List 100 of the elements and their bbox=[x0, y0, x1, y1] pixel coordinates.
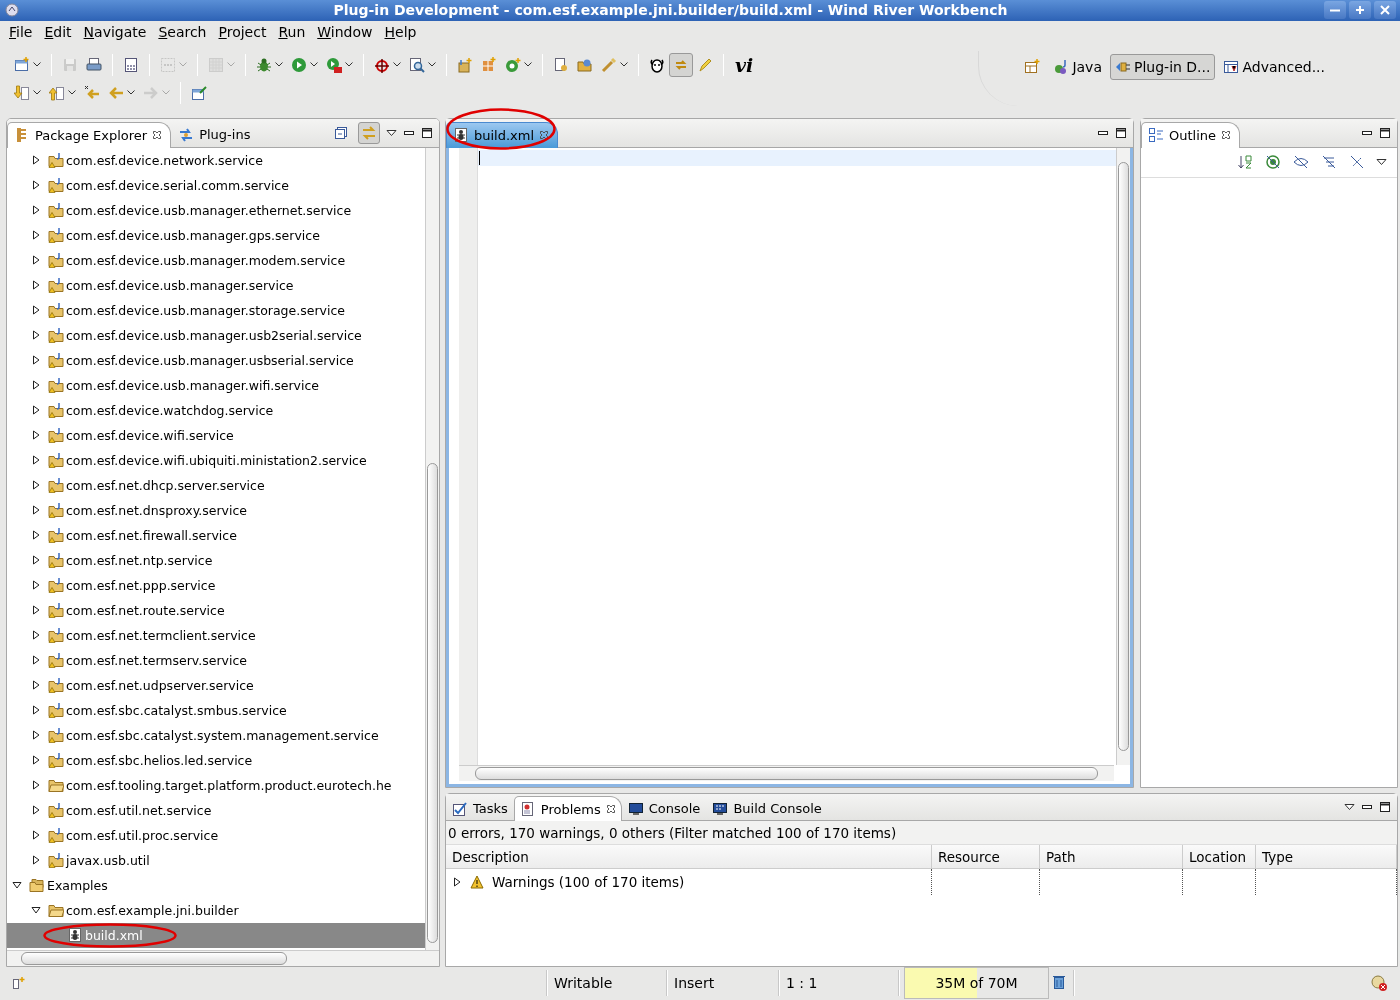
column-header[interactable]: Resource bbox=[932, 845, 1040, 870]
tree-item[interactable]: com.esf.net.udpserver.service bbox=[7, 672, 425, 698]
maximize-button[interactable] bbox=[1349, 1, 1371, 20]
expander-icon[interactable] bbox=[31, 480, 41, 491]
toolbar-button[interactable]: vi bbox=[730, 52, 759, 77]
tree-item[interactable]: com.esf.net.dhcp.server.service bbox=[7, 472, 425, 498]
expander-icon[interactable] bbox=[31, 505, 41, 516]
column-header[interactable]: Description bbox=[446, 845, 932, 870]
tree-item[interactable]: com.esf.net.termserv.service bbox=[7, 647, 425, 673]
horizontal-scrollbar[interactable] bbox=[7, 949, 439, 966]
perspective-button[interactable]: Advanced... bbox=[1218, 53, 1330, 80]
menu-item[interactable]: Help bbox=[378, 24, 423, 41]
expander-icon[interactable] bbox=[31, 205, 41, 216]
expander-icon[interactable] bbox=[31, 905, 41, 916]
expander-icon[interactable] bbox=[31, 380, 41, 391]
vertical-scrollbar[interactable] bbox=[425, 147, 439, 950]
maximize-icon[interactable] bbox=[1115, 126, 1127, 139]
view-tab[interactable]: Tasks bbox=[446, 796, 514, 821]
expander-icon[interactable] bbox=[31, 705, 41, 716]
view-tab[interactable]: Outline bbox=[1141, 121, 1241, 148]
menu-item[interactable]: Navigate bbox=[77, 24, 153, 41]
tree-item[interactable]: com.esf.net.ntp.service bbox=[7, 547, 425, 573]
expander-icon[interactable] bbox=[31, 580, 41, 591]
progress-icon[interactable] bbox=[1370, 974, 1388, 993]
tree-item[interactable]: com.esf.device.wifi.service bbox=[7, 422, 425, 448]
tree-item[interactable]: Examples bbox=[7, 872, 425, 898]
fast-view-icon[interactable] bbox=[12, 976, 26, 991]
tree-item[interactable]: com.esf.sbc.catalyst.smbus.service bbox=[7, 697, 425, 723]
menu-item[interactable]: Edit bbox=[38, 24, 78, 41]
view-tab[interactable]: Console bbox=[621, 796, 707, 821]
tree-item[interactable]: com.esf.device.usb.manager.usb2serial.service bbox=[7, 322, 425, 348]
expander-icon[interactable] bbox=[31, 305, 41, 316]
problem-row[interactable]: Warnings (100 of 170 items) bbox=[446, 869, 932, 896]
menu-item[interactable]: Run bbox=[272, 24, 312, 41]
close-button[interactable] bbox=[1374, 1, 1396, 20]
close-icon[interactable] bbox=[539, 130, 550, 141]
tree-item[interactable]: com.esf.device.wifi.ubiquiti.ministation2.service bbox=[7, 447, 425, 473]
expander-icon[interactable] bbox=[31, 655, 41, 666]
tree-item[interactable]: com.esf.device.usb.manager.ethernet.service bbox=[7, 197, 425, 223]
tree-item[interactable]: com.esf.net.dnsproxy.service bbox=[7, 497, 425, 523]
expander-icon[interactable] bbox=[31, 830, 41, 841]
menu-item[interactable]: Project bbox=[212, 24, 273, 41]
perspective-button[interactable]: Plug-in D... bbox=[1110, 53, 1216, 80]
expander-icon[interactable] bbox=[452, 877, 462, 888]
tree-item[interactable]: com.esf.sbc.helios.led.service bbox=[7, 747, 425, 773]
column-header[interactable]: Path bbox=[1040, 845, 1183, 870]
expander-icon[interactable] bbox=[31, 455, 41, 466]
expander-icon[interactable] bbox=[31, 430, 41, 441]
tree-item[interactable]: com.esf.sbc.catalyst.system.management.service bbox=[7, 722, 425, 748]
expander-icon[interactable] bbox=[31, 730, 41, 741]
maximize-icon[interactable] bbox=[1379, 126, 1391, 139]
column-header[interactable]: Location bbox=[1183, 845, 1256, 870]
view-tab[interactable]: build.xml bbox=[446, 121, 559, 148]
tree-item[interactable]: build.xml bbox=[7, 922, 425, 948]
tree-item[interactable]: com.esf.device.usb.manager.wifi.service bbox=[7, 372, 425, 398]
tree-item[interactable]: com.esf.example.jni.builder bbox=[7, 897, 425, 923]
tree-item[interactable]: com.esf.device.watchdog.service bbox=[7, 397, 425, 423]
tree-item[interactable]: com.esf.util.proc.service bbox=[7, 822, 425, 848]
expander-icon[interactable] bbox=[31, 755, 41, 766]
expander-icon[interactable] bbox=[31, 230, 41, 241]
tree-item[interactable]: com.esf.net.termclient.service bbox=[7, 622, 425, 648]
perspective-button[interactable]: Java bbox=[1048, 53, 1107, 80]
close-icon[interactable] bbox=[605, 804, 616, 815]
expander-icon[interactable] bbox=[31, 405, 41, 416]
expander-icon[interactable] bbox=[31, 630, 41, 641]
view-tab[interactable]: Plug-ins bbox=[171, 121, 260, 147]
tree-item[interactable]: com.esf.device.serial.comm.service bbox=[7, 172, 425, 198]
column-header[interactable]: Type bbox=[1256, 845, 1397, 870]
tree-item[interactable]: com.esf.device.usb.manager.modem.service bbox=[7, 247, 425, 273]
maximize-icon[interactable] bbox=[421, 126, 433, 139]
expander-icon[interactable] bbox=[31, 155, 41, 166]
view-menu-icon[interactable] bbox=[1376, 158, 1387, 167]
tree-item[interactable]: javax.usb.util bbox=[7, 847, 425, 873]
close-icon[interactable] bbox=[1221, 130, 1232, 141]
expander-icon[interactable] bbox=[31, 605, 41, 616]
expander-icon[interactable] bbox=[31, 530, 41, 541]
view-tab[interactable]: Package Explorer bbox=[7, 121, 172, 148]
tree-item[interactable]: com.esf.device.network.service bbox=[7, 147, 425, 173]
toolbar-button[interactable] bbox=[1264, 153, 1282, 172]
tree-item[interactable]: com.esf.net.route.service bbox=[7, 597, 425, 623]
tree-item[interactable]: com.esf.device.usb.manager.storage.service bbox=[7, 297, 425, 323]
expander-icon[interactable] bbox=[31, 280, 41, 291]
expander-icon[interactable] bbox=[31, 330, 41, 341]
view-menu-icon[interactable] bbox=[386, 128, 397, 137]
tree-item[interactable]: com.esf.device.usb.manager.usbserial.service bbox=[7, 347, 425, 373]
menu-item[interactable]: Window bbox=[311, 24, 379, 41]
tree-item[interactable]: com.esf.util.net.service bbox=[7, 797, 425, 823]
expander-icon[interactable] bbox=[12, 880, 22, 891]
expander-icon[interactable] bbox=[31, 805, 41, 816]
expander-icon[interactable] bbox=[31, 180, 41, 191]
tree-item[interactable]: com.esf.device.usb.manager.service bbox=[7, 272, 425, 298]
tree-item[interactable]: com.esf.tooling.target.platform.product.eurotech.he bbox=[7, 772, 425, 798]
expander-icon[interactable] bbox=[31, 555, 41, 566]
menu-item[interactable]: File bbox=[3, 24, 39, 41]
maximize-icon[interactable] bbox=[1379, 801, 1391, 814]
tree-item[interactable]: com.esf.net.firewall.service bbox=[7, 522, 425, 548]
expander-icon[interactable] bbox=[31, 780, 41, 791]
view-menu-icon[interactable] bbox=[1344, 803, 1355, 812]
expander-icon[interactable] bbox=[31, 680, 41, 691]
view-tab[interactable]: Problems bbox=[513, 796, 622, 822]
